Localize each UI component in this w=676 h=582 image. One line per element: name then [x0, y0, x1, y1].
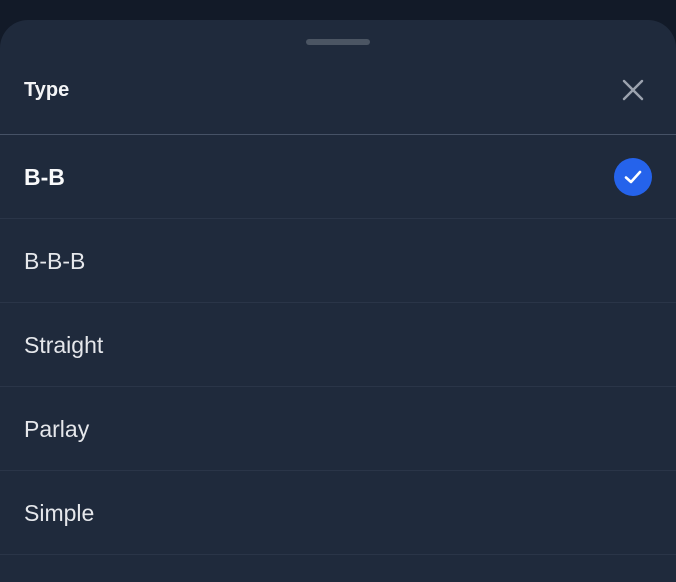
- option-label: B-B: [24, 164, 65, 190]
- sheet-header: Type: [0, 20, 676, 135]
- option-parlay[interactable]: Parlay: [0, 387, 676, 471]
- option-straight[interactable]: Straight: [0, 303, 676, 387]
- close-icon: [622, 79, 644, 101]
- option-label: Straight: [24, 332, 104, 358]
- option-b-b-b[interactable]: B-B-B: [0, 219, 676, 303]
- close-button[interactable]: [617, 74, 649, 106]
- option-simple[interactable]: Simple: [0, 471, 676, 555]
- option-label: B-B-B: [24, 248, 86, 274]
- sheet-title: Type: [24, 79, 70, 101]
- option-label: Parlay: [24, 416, 90, 442]
- selected-check-badge: [614, 158, 652, 196]
- option-b-b[interactable]: B-B: [0, 135, 676, 219]
- bottom-sheet: Type B-B B-B-B Straight Parlay Simple: [0, 20, 676, 582]
- type-options-list: B-B B-B-B Straight Parlay Simple: [0, 135, 676, 555]
- checkmark-icon: [624, 170, 642, 184]
- option-label: Simple: [24, 500, 95, 526]
